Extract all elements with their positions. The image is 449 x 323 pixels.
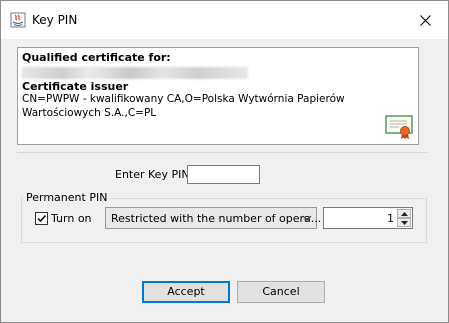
accept-button[interactable]: Accept xyxy=(142,281,230,303)
title-bar: Key PIN xyxy=(1,1,448,39)
arrow-down-icon xyxy=(400,220,408,225)
permanent-pin-group-title: Permanent PIN xyxy=(23,191,111,204)
turn-on-checkbox[interactable] xyxy=(35,212,48,225)
operation-count-spinner[interactable]: 1 xyxy=(323,207,413,229)
turn-on-label[interactable]: Turn on xyxy=(51,212,92,225)
key-pin-input[interactable] xyxy=(187,165,260,184)
spinner-value[interactable]: 1 xyxy=(387,212,394,225)
cancel-button[interactable]: Cancel xyxy=(237,281,325,303)
spinner-down-button[interactable] xyxy=(397,218,411,227)
certificate-issuer-text: CN=PWPW - kwalifikowany CA,O=Polska Wytw… xyxy=(22,92,352,120)
close-button[interactable] xyxy=(403,1,448,39)
issuer-line-1: CN=PWPW - kwalifikowany CA,O=Polska Wytw… xyxy=(22,93,345,105)
enter-key-pin-label: Enter Key PIN xyxy=(115,168,190,181)
certificate-owner-redacted xyxy=(22,67,248,79)
restriction-select-value: Restricted with the number of opera... xyxy=(111,212,322,225)
certificate-icon xyxy=(385,115,413,139)
arrow-up-icon xyxy=(400,211,408,216)
window-title: Key PIN xyxy=(32,13,78,27)
close-icon xyxy=(420,14,431,26)
chevron-down-icon xyxy=(302,215,312,221)
checkmark-icon xyxy=(37,214,47,223)
java-app-icon xyxy=(10,12,26,28)
separator xyxy=(17,152,427,153)
restriction-select[interactable]: Restricted with the number of opera... xyxy=(105,207,321,229)
qualified-certificate-heading: Qualified certificate for: xyxy=(22,51,171,64)
key-pin-dialog: Key PIN Qualified certificate for: Certi… xyxy=(0,0,449,323)
issuer-line-2: Wartościowych S.A.,C=PL xyxy=(22,107,157,119)
spinner-up-button[interactable] xyxy=(397,209,411,218)
spinner-buttons xyxy=(397,209,411,227)
certificate-info-panel: Qualified certificate for: Certificate i… xyxy=(17,47,419,145)
